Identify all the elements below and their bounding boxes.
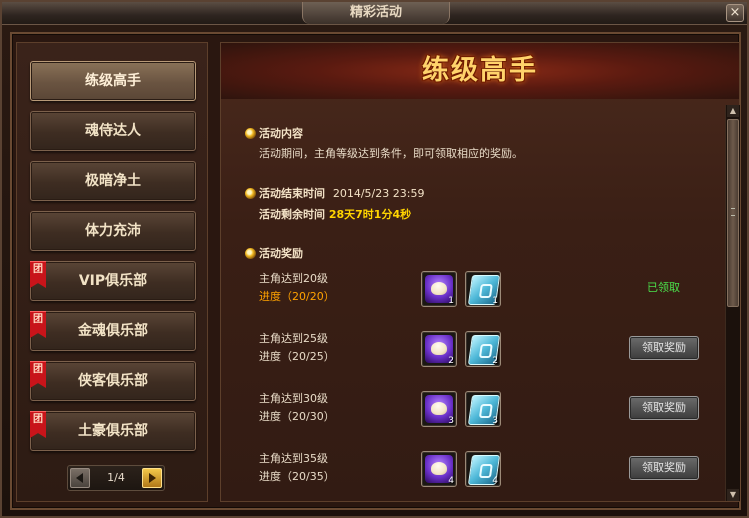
heading-label: 活动内容 [259, 127, 303, 140]
content-scrollbar[interactable]: ▲ ▼ [725, 105, 740, 501]
activity-window: 精彩活动 × 练级高手 魂侍达人 极暗净土 体力充沛 团 VIP俱乐部 团 金魂… [0, 0, 749, 518]
content-heading: 活动内容 [245, 125, 303, 143]
sidebar-item-soul-master[interactable]: 魂侍达人 [30, 111, 196, 151]
rewards-heading: 活动奖励 [245, 245, 303, 263]
reward-requirement: 主角达到35级 [259, 452, 328, 465]
group-badge-icon: 团 [30, 361, 46, 388]
window-title: 精彩活动 [302, 2, 450, 24]
content-description: 活动期间，主角等级达到条件，即可领取相应的奖励。 [259, 147, 523, 160]
sidebar-item-label: VIP俱乐部 [78, 273, 148, 289]
sidebar-item-label: 魂侍达人 [85, 123, 141, 139]
group-badge-icon: 团 [30, 261, 46, 288]
reward-item-slot[interactable]: 1 [465, 271, 501, 307]
sidebar-item-dark-land[interactable]: 极暗净土 [30, 161, 196, 201]
remaining-time-row: 活动剩余时间 28天7时1分4秒 [259, 207, 411, 223]
reward-requirement: 主角达到30级 [259, 392, 328, 405]
arrow-right-icon [149, 473, 156, 483]
sidebar-item-stamina[interactable]: 体力充沛 [30, 211, 196, 251]
scroll-thumb[interactable] [727, 119, 739, 307]
reward-progress: 进度（20/20） [259, 290, 335, 303]
arrow-left-icon [76, 473, 83, 483]
close-button[interactable]: × [726, 4, 744, 22]
gold-ring-bullet-icon [245, 128, 256, 139]
activity-banner: 练级高手 [221, 43, 739, 99]
reward-item-slot[interactable]: 4 [421, 451, 457, 487]
remaining-time-value: 28天7时1分4秒 [328, 208, 412, 221]
sidebar-item-label: 金魂俱乐部 [78, 323, 148, 339]
title-bar[interactable]: 精彩活动 × [2, 2, 747, 25]
activity-content: 活动内容 活动期间，主角等级达到条件，即可领取相应的奖励。 活动结束时间 201… [221, 105, 721, 501]
reward-progress: 进度（20/35） [259, 470, 335, 483]
heading-label: 活动奖励 [259, 247, 303, 260]
reward-progress: 进度（20/25） [259, 350, 335, 363]
group-badge-icon: 团 [30, 311, 46, 338]
remaining-time-label: 活动剩余时间 [259, 208, 325, 221]
claim-reward-button[interactable]: 领取奖励 [629, 336, 699, 360]
reward-item-slot[interactable]: 4 [465, 451, 501, 487]
reward-requirement: 主角达到20级 [259, 272, 328, 285]
sidebar-pager: 1/4 [67, 465, 165, 491]
sidebar-item-leveling-master[interactable]: 练级高手 [30, 61, 196, 101]
reward-item-slot[interactable]: 2 [421, 331, 457, 367]
activity-sidebar: 练级高手 魂侍达人 极暗净土 体力充沛 团 VIP俱乐部 团 金魂俱乐部 团 侠… [16, 42, 208, 502]
sidebar-item-vip-club[interactable]: 团 VIP俱乐部 [30, 261, 196, 301]
reward-requirement: 主角达到25级 [259, 332, 328, 345]
claim-reward-button[interactable]: 领取奖励 [629, 396, 699, 420]
end-time-value: 2014/5/23 23:59 [332, 187, 425, 200]
reward-item-slot[interactable]: 3 [421, 391, 457, 427]
end-time-label: 活动结束时间 [259, 187, 325, 200]
page-indicator: 1/4 [107, 471, 125, 484]
activity-detail-panel: 练级高手 活动内容 活动期间，主角等级达到条件，即可领取相应的奖励。 活动结束时… [220, 42, 740, 502]
item-count: 2 [448, 356, 454, 366]
prev-page-button[interactable] [70, 468, 90, 488]
item-count: 2 [492, 356, 498, 366]
reward-item-slot[interactable]: 3 [465, 391, 501, 427]
sidebar-item-label: 土豪俱乐部 [78, 423, 148, 439]
sidebar-item-label: 侠客俱乐部 [78, 373, 148, 389]
item-count: 3 [448, 416, 454, 426]
item-count: 4 [492, 476, 498, 486]
sidebar-item-tycoon-club[interactable]: 团 土豪俱乐部 [30, 411, 196, 451]
item-count: 3 [492, 416, 498, 426]
sidebar-item-gold-soul-club[interactable]: 团 金魂俱乐部 [30, 311, 196, 351]
sidebar-item-label: 练级高手 [85, 73, 141, 89]
reward-item-slot[interactable]: 1 [421, 271, 457, 307]
item-count: 1 [448, 296, 454, 306]
reward-progress: 进度（20/30） [259, 410, 335, 423]
sidebar-item-label: 体力充沛 [85, 223, 141, 239]
end-time-row: 活动结束时间 2014/5/23 23:59 [245, 185, 424, 203]
sidebar-item-label: 极暗净土 [85, 173, 141, 189]
gold-ring-bullet-icon [245, 188, 256, 199]
next-page-button[interactable] [142, 468, 162, 488]
reward-item-slot[interactable]: 2 [465, 331, 501, 367]
sidebar-item-hero-club[interactable]: 团 侠客俱乐部 [30, 361, 196, 401]
scroll-up-arrow-icon[interactable]: ▲ [727, 105, 739, 117]
activity-title: 练级高手 [422, 55, 538, 86]
scroll-down-arrow-icon[interactable]: ▼ [727, 489, 739, 501]
gold-ring-bullet-icon [245, 248, 256, 259]
group-badge-icon: 团 [30, 411, 46, 438]
item-count: 4 [448, 476, 454, 486]
item-count: 1 [492, 296, 498, 306]
claimed-status: 已领取 [647, 281, 680, 294]
claim-reward-button[interactable]: 领取奖励 [629, 456, 699, 480]
